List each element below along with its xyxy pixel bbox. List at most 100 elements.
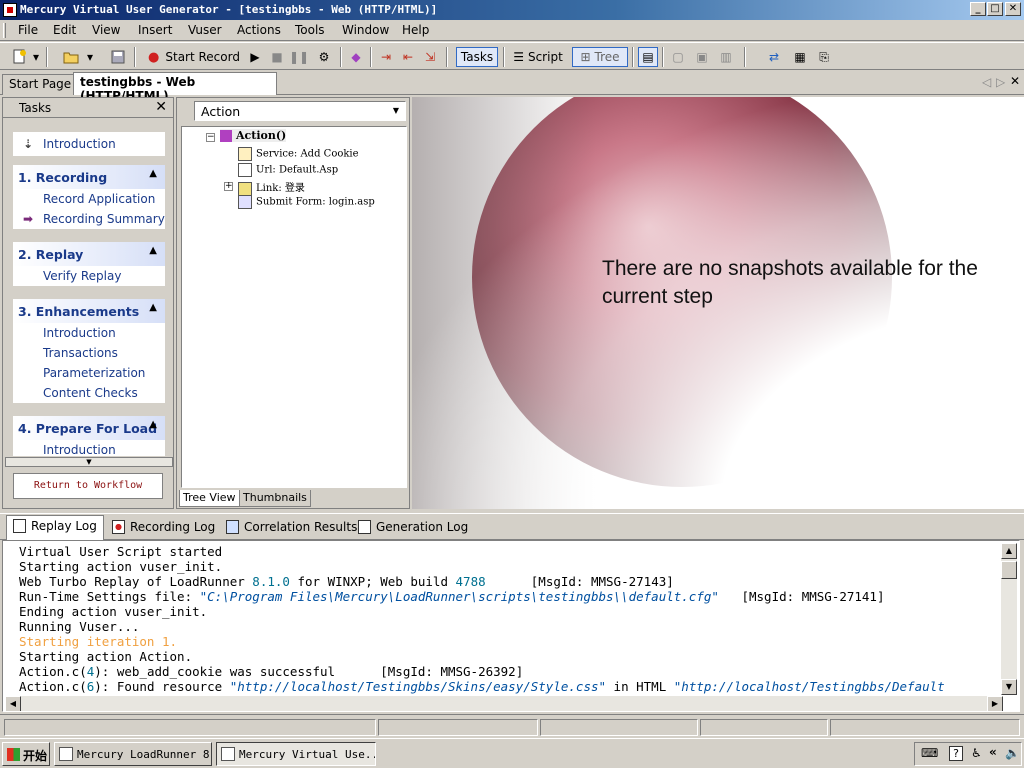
tab-replay-log[interactable]: Replay Log <box>6 515 104 541</box>
expand-toggle-icon[interactable]: + <box>224 182 233 191</box>
layout-one-icon[interactable]: ▢ <box>668 47 688 67</box>
close-tasks-icon[interactable]: ✕ <box>155 99 167 115</box>
menu-vuser[interactable]: Vuser <box>188 23 222 37</box>
taskbar-loadrunner[interactable]: Mercury LoadRunner 8.1 <box>54 742 212 766</box>
properties-icon[interactable]: ▦ <box>790 47 810 67</box>
log-line: Virtual User Script started <box>19 544 223 559</box>
start-record-label: Start Record <box>165 50 240 64</box>
menu-insert[interactable]: Insert <box>138 23 172 37</box>
menu-edit[interactable]: Edit <box>53 23 76 37</box>
task-transactions[interactable]: Transactions <box>13 343 165 363</box>
task-recording-summary[interactable]: ➡ Recording Summary <box>13 209 165 229</box>
script-label: Script <box>527 50 563 64</box>
run-to-step-icon[interactable]: ⇲ <box>420 47 440 67</box>
minimize-button[interactable]: _ <box>970 2 986 16</box>
menu-help[interactable]: Help <box>402 23 429 37</box>
tab-thumbnails[interactable]: Thumbnails <box>239 490 311 507</box>
settings-gear-icon[interactable]: ⚙ <box>314 47 334 67</box>
tray-expand-icon[interactable]: « <box>989 745 997 759</box>
tab-recording-log[interactable]: Recording Log <box>106 517 221 539</box>
group-prepare-header[interactable]: 4. Prepare For Load ▲ <box>13 416 165 440</box>
breakpoint-icon[interactable]: ⇤ <box>398 47 418 67</box>
tab-correlation-results[interactable]: Correlation Results <box>220 517 363 539</box>
tasks-introduction-link[interactable]: ⇣ Introduction <box>13 132 165 156</box>
group-replay-header[interactable]: 2. Replay ▲ <box>13 242 165 266</box>
open-dropdown-icon[interactable]: ▾ <box>84 47 96 67</box>
scroll-right-icon[interactable]: ▶ <box>987 696 1003 711</box>
layout-three-icon[interactable]: ▥ <box>716 47 736 67</box>
log-horizontal-scrollbar[interactable]: ◀ ▶ <box>5 696 1003 711</box>
close-document-icon[interactable]: ✕ <box>1010 74 1020 88</box>
collapse-toggle-icon[interactable]: − <box>206 133 215 142</box>
scroll-up-icon[interactable]: ▲ <box>1001 543 1017 559</box>
scroll-down-icon[interactable]: ▼ <box>1001 679 1017 695</box>
close-button[interactable]: ✕ <box>1005 2 1021 16</box>
status-panel-4 <box>700 719 828 736</box>
group-enhancements-header[interactable]: 3. Enhancements ▲ <box>13 299 165 323</box>
pause-icon[interactable]: ❚❚ <box>289 47 309 67</box>
help-icon[interactable]: ? <box>949 746 963 761</box>
menu-tools[interactable]: Tools <box>295 23 325 37</box>
task-record-application[interactable]: Record Application <box>13 189 165 209</box>
tab-generation-log[interactable]: Generation Log <box>352 517 474 539</box>
task-enh-introduction[interactable]: Introduction <box>13 323 165 343</box>
open-folder-icon[interactable] <box>60 47 82 67</box>
tree-node-url-label: Url: Default.Asp <box>256 164 339 176</box>
task-load-introduction[interactable]: Introduction <box>13 440 165 456</box>
tab-start-page[interactable]: Start Page <box>2 74 79 95</box>
status-panel-main <box>4 719 376 736</box>
save-icon[interactable] <box>108 47 128 67</box>
intro-group: ⇣ Introduction <box>13 132 165 156</box>
snapshot-pane-icon[interactable]: ▤ <box>638 47 658 67</box>
task-verify-replay[interactable]: Verify Replay <box>13 266 165 286</box>
tab-tree-view[interactable]: Tree View <box>179 490 240 507</box>
collapse-chevron-icon: ▲ <box>149 302 157 313</box>
current-step-arrow-icon: ➡ <box>23 212 34 226</box>
action-selector[interactable]: Action ▼ <box>194 101 406 121</box>
compare-icon[interactable]: ⇄ <box>764 47 784 67</box>
play-icon[interactable]: ▶ <box>246 47 264 67</box>
accessibility-icon[interactable]: ♿ <box>971 746 982 760</box>
tree-node-url[interactable]: Url: Default.Asp <box>238 163 338 177</box>
tree-root-action[interactable]: Action() <box>220 129 287 142</box>
tree-node-cookie[interactable]: Service: Add Cookie <box>238 147 359 161</box>
keyboard-icon[interactable]: ⌨ <box>921 746 938 760</box>
scroll-left-icon[interactable]: ◀ <box>5 696 21 711</box>
menu-window[interactable]: Window <box>342 23 389 37</box>
maximize-button[interactable]: □ <box>987 2 1003 16</box>
new-icon[interactable] <box>8 47 30 67</box>
export-icon[interactable]: ⎘ <box>814 47 834 67</box>
tab-scroll-right-icon[interactable]: ▷ <box>996 75 1005 89</box>
task-parameterization[interactable]: Parameterization <box>13 363 165 383</box>
script-view-button[interactable]: ☰ Script <box>510 47 566 67</box>
log-vertical-scrollbar[interactable]: ▲ ▼ <box>1001 543 1017 695</box>
menu-view[interactable]: View <box>92 23 120 37</box>
stop-icon[interactable]: ■ <box>268 47 286 67</box>
menu-file[interactable]: File <box>18 23 38 37</box>
start-button[interactable]: 开始 <box>2 742 50 766</box>
tasks-scroll-down-icon[interactable]: ▼ <box>5 457 173 467</box>
tab-scroll-left-icon[interactable]: ◁ <box>982 75 991 89</box>
step-into-icon[interactable]: ⇥ <box>376 47 396 67</box>
tree-node-link[interactable]: Link: 登录 <box>238 179 305 196</box>
tab-correlation-label: Correlation Results <box>244 520 358 534</box>
layout-two-icon[interactable]: ▣ <box>692 47 712 67</box>
task-content-checks[interactable]: Content Checks <box>13 383 165 403</box>
tree-node-submit-form[interactable]: Submit Form: login.asp <box>238 195 375 209</box>
no-snapshot-message: There are no snapshots available for the… <box>602 257 978 308</box>
speaker-icon[interactable]: 🔈 <box>1005 746 1020 760</box>
tasks-header: Tasks ✕ <box>3 98 173 118</box>
return-to-workflow-button[interactable]: Return to Workflow <box>13 473 163 499</box>
tree-view-button[interactable]: ⊞ Tree <box>572 47 628 67</box>
app-icon[interactable] <box>3 3 17 17</box>
start-record-button[interactable]: ● Start Record <box>146 47 242 67</box>
new-dropdown-icon[interactable]: ▾ <box>30 47 42 67</box>
group-recording-header[interactable]: 1. Recording ▲ <box>13 165 165 189</box>
taskbar-vugen[interactable]: Mercury Virtual Use... <box>216 742 376 766</box>
menu-actions[interactable]: Actions <box>237 23 281 37</box>
scroll-thumb[interactable] <box>1001 561 1017 579</box>
tasks-toggle-button[interactable]: Tasks <box>456 47 498 67</box>
tab-testingbbs[interactable]: testingbbs - Web (HTTP/HTML) <box>73 72 277 103</box>
group-prepare-for-load: 4. Prepare For Load ▲ Introduction <box>13 416 165 456</box>
compile-icon[interactable]: ◆ <box>346 47 366 67</box>
